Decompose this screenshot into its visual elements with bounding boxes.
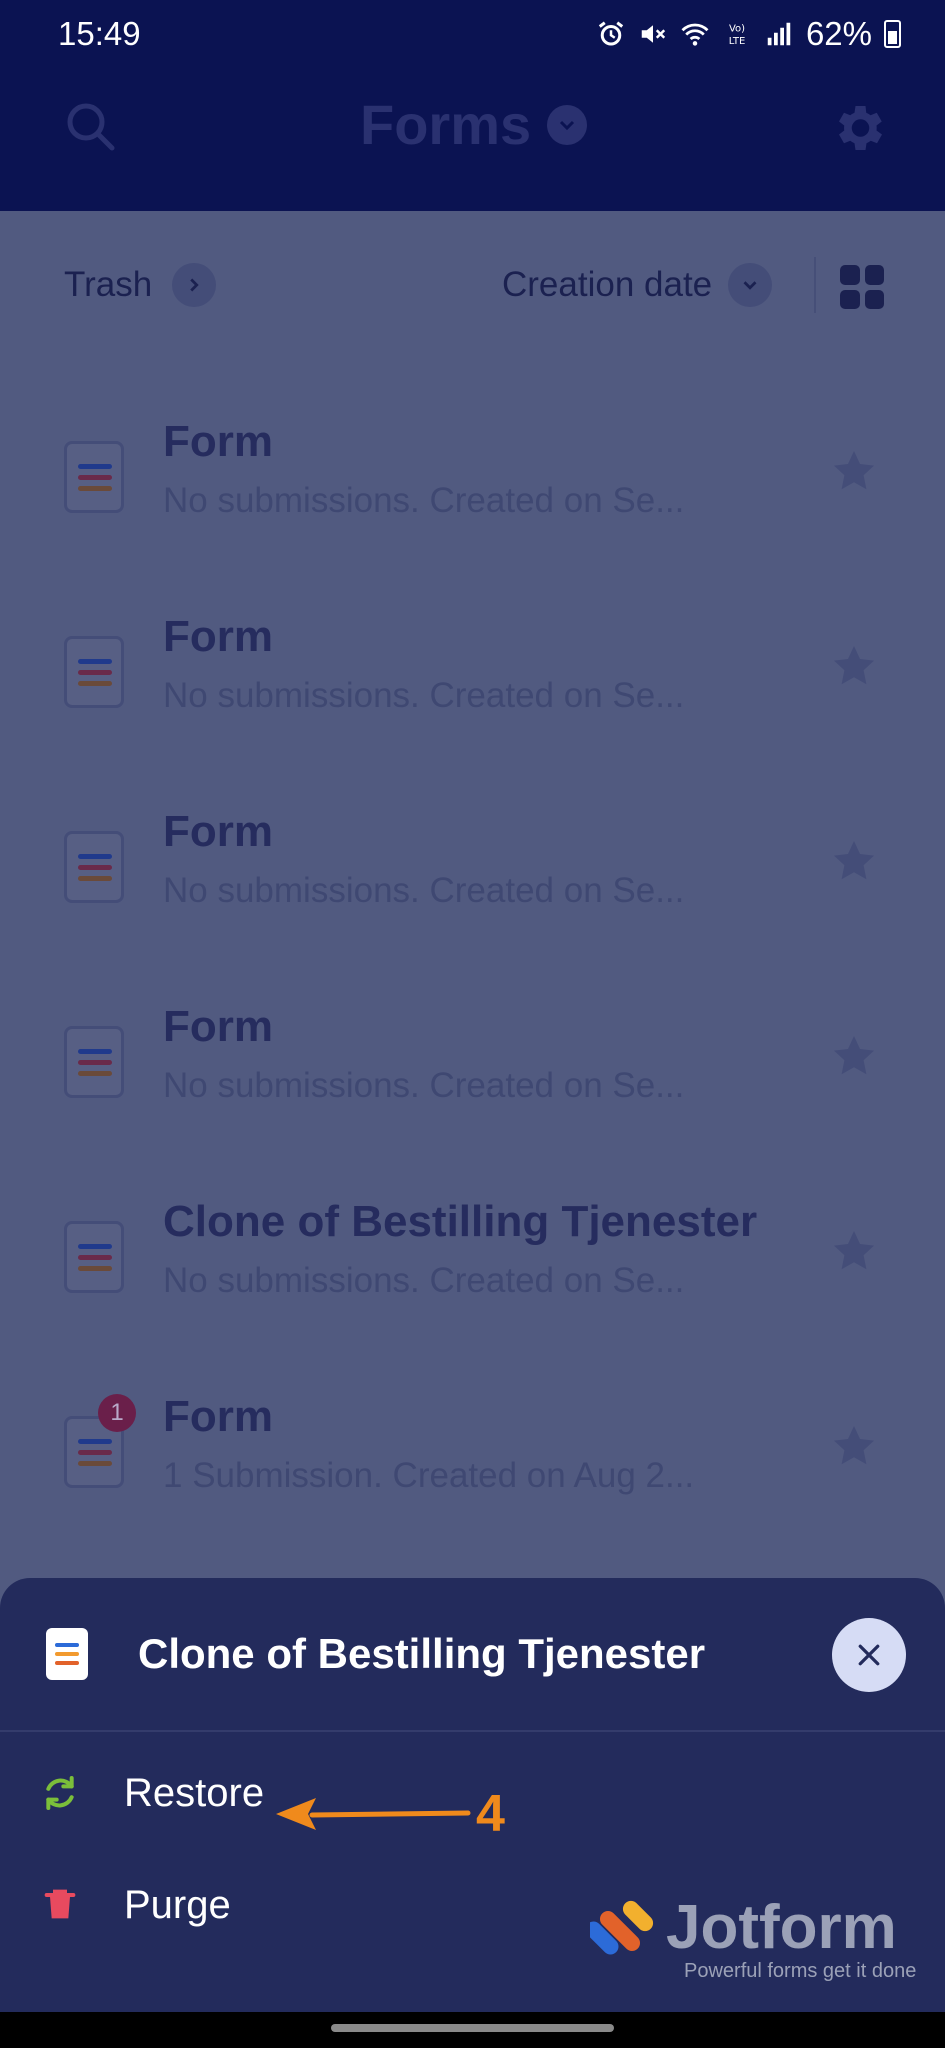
star-icon[interactable] bbox=[830, 447, 878, 495]
form-icon bbox=[64, 636, 124, 708]
form-icon bbox=[64, 1026, 124, 1098]
jotform-watermark: Jotform Powerful forms get it done bbox=[590, 1892, 916, 1992]
sheet-title: Clone of Bestilling Tjenester bbox=[138, 1630, 706, 1677]
battery-icon bbox=[884, 20, 901, 48]
star-icon[interactable] bbox=[830, 1032, 878, 1080]
star-icon[interactable] bbox=[830, 837, 878, 885]
submission-count-badge: 1 bbox=[98, 1394, 136, 1432]
close-button[interactable] bbox=[832, 1618, 906, 1692]
form-name: Form bbox=[163, 612, 273, 661]
gear-icon[interactable] bbox=[828, 98, 888, 158]
form-meta: No submissions. Created on Se... bbox=[163, 1066, 685, 1105]
status-bar: 15:49 Vo) LTE 62% bbox=[0, 0, 945, 68]
star-icon[interactable] bbox=[830, 1422, 878, 1470]
list-toolbar: Trash Creation date bbox=[0, 211, 945, 363]
forms-title-dropdown[interactable]: Forms bbox=[360, 92, 588, 157]
home-gesture-handle[interactable] bbox=[331, 2024, 614, 2032]
jotform-logo-icon bbox=[590, 1900, 654, 1955]
chevron-down-icon bbox=[547, 104, 588, 145]
sort-dropdown[interactable]: Creation date bbox=[502, 263, 773, 307]
watermark-name: Jotform bbox=[666, 1893, 897, 1962]
form-icon bbox=[46, 1628, 88, 1680]
svg-text:Vo): Vo) bbox=[729, 24, 745, 35]
form-icon bbox=[64, 1221, 124, 1293]
form-meta: No submissions. Created on Se... bbox=[163, 871, 685, 910]
status-icons: Vo) LTE 62% bbox=[596, 15, 901, 53]
annotation-step-number: 4 bbox=[476, 1785, 505, 1843]
form-meta: No submissions. Created on Se... bbox=[163, 1261, 685, 1300]
form-icon bbox=[64, 831, 124, 903]
search-icon[interactable] bbox=[62, 98, 118, 154]
trash-filter[interactable]: Trash bbox=[64, 263, 217, 307]
form-name: Form bbox=[163, 1002, 273, 1051]
wifi-icon bbox=[680, 19, 710, 49]
star-icon[interactable] bbox=[830, 1227, 878, 1275]
annotation-arrow-icon bbox=[276, 1798, 471, 1830]
form-name: Form bbox=[163, 1392, 273, 1441]
signal-icon bbox=[764, 19, 794, 49]
watermark-tagline: Powerful forms get it done bbox=[684, 1960, 917, 1982]
form-list-item[interactable]: Form No submissions. Created on Se... bbox=[0, 801, 945, 996]
navigation-bar bbox=[0, 2012, 945, 2048]
sort-label: Creation date bbox=[502, 265, 713, 304]
trash-icon bbox=[40, 1885, 80, 1925]
form-icon bbox=[64, 441, 124, 513]
restore-icon bbox=[40, 1773, 80, 1813]
chevron-right-icon bbox=[172, 263, 217, 307]
svg-text:LTE: LTE bbox=[729, 36, 746, 47]
toolbar-divider bbox=[814, 257, 816, 313]
form-meta: No submissions. Created on Se... bbox=[163, 676, 685, 715]
form-list-item[interactable]: Clone of Bestilling Tjenester No submiss… bbox=[0, 1191, 945, 1386]
sheet-header: Clone of Bestilling Tjenester bbox=[0, 1578, 945, 1732]
form-name: Clone of Bestilling Tjenester bbox=[163, 1197, 758, 1246]
form-meta: 1 Submission. Created on Aug 2... bbox=[163, 1456, 695, 1495]
restore-label: Restore bbox=[124, 1770, 265, 1815]
form-list-item[interactable]: Form No submissions. Created on Se... bbox=[0, 411, 945, 606]
trash-label: Trash bbox=[64, 265, 153, 304]
page-title: Forms bbox=[360, 93, 532, 156]
form-list-item[interactable]: Form No submissions. Created on Se... bbox=[0, 996, 945, 1191]
purge-label: Purge bbox=[124, 1882, 231, 1927]
star-icon[interactable] bbox=[830, 642, 878, 690]
close-icon bbox=[858, 1644, 880, 1666]
grid-view-icon[interactable] bbox=[840, 265, 884, 309]
form-name: Form bbox=[163, 807, 273, 856]
form-name: Form bbox=[163, 417, 273, 466]
alarm-icon bbox=[596, 19, 626, 49]
chevron-down-icon bbox=[728, 263, 773, 307]
app-header: Forms bbox=[0, 68, 945, 211]
mute-icon bbox=[638, 19, 668, 49]
form-list-item[interactable]: Form No submissions. Created on Se... bbox=[0, 606, 945, 801]
status-time: 15:49 bbox=[58, 15, 141, 52]
battery-percent: 62% bbox=[805, 15, 872, 52]
restore-button[interactable]: Restore bbox=[0, 1738, 945, 1848]
form-list-item[interactable]: 1 Form 1 Submission. Created on Aug 2... bbox=[0, 1386, 945, 1581]
volte-icon: Vo) LTE bbox=[722, 19, 752, 49]
form-meta: No submissions. Created on Se... bbox=[163, 481, 685, 520]
